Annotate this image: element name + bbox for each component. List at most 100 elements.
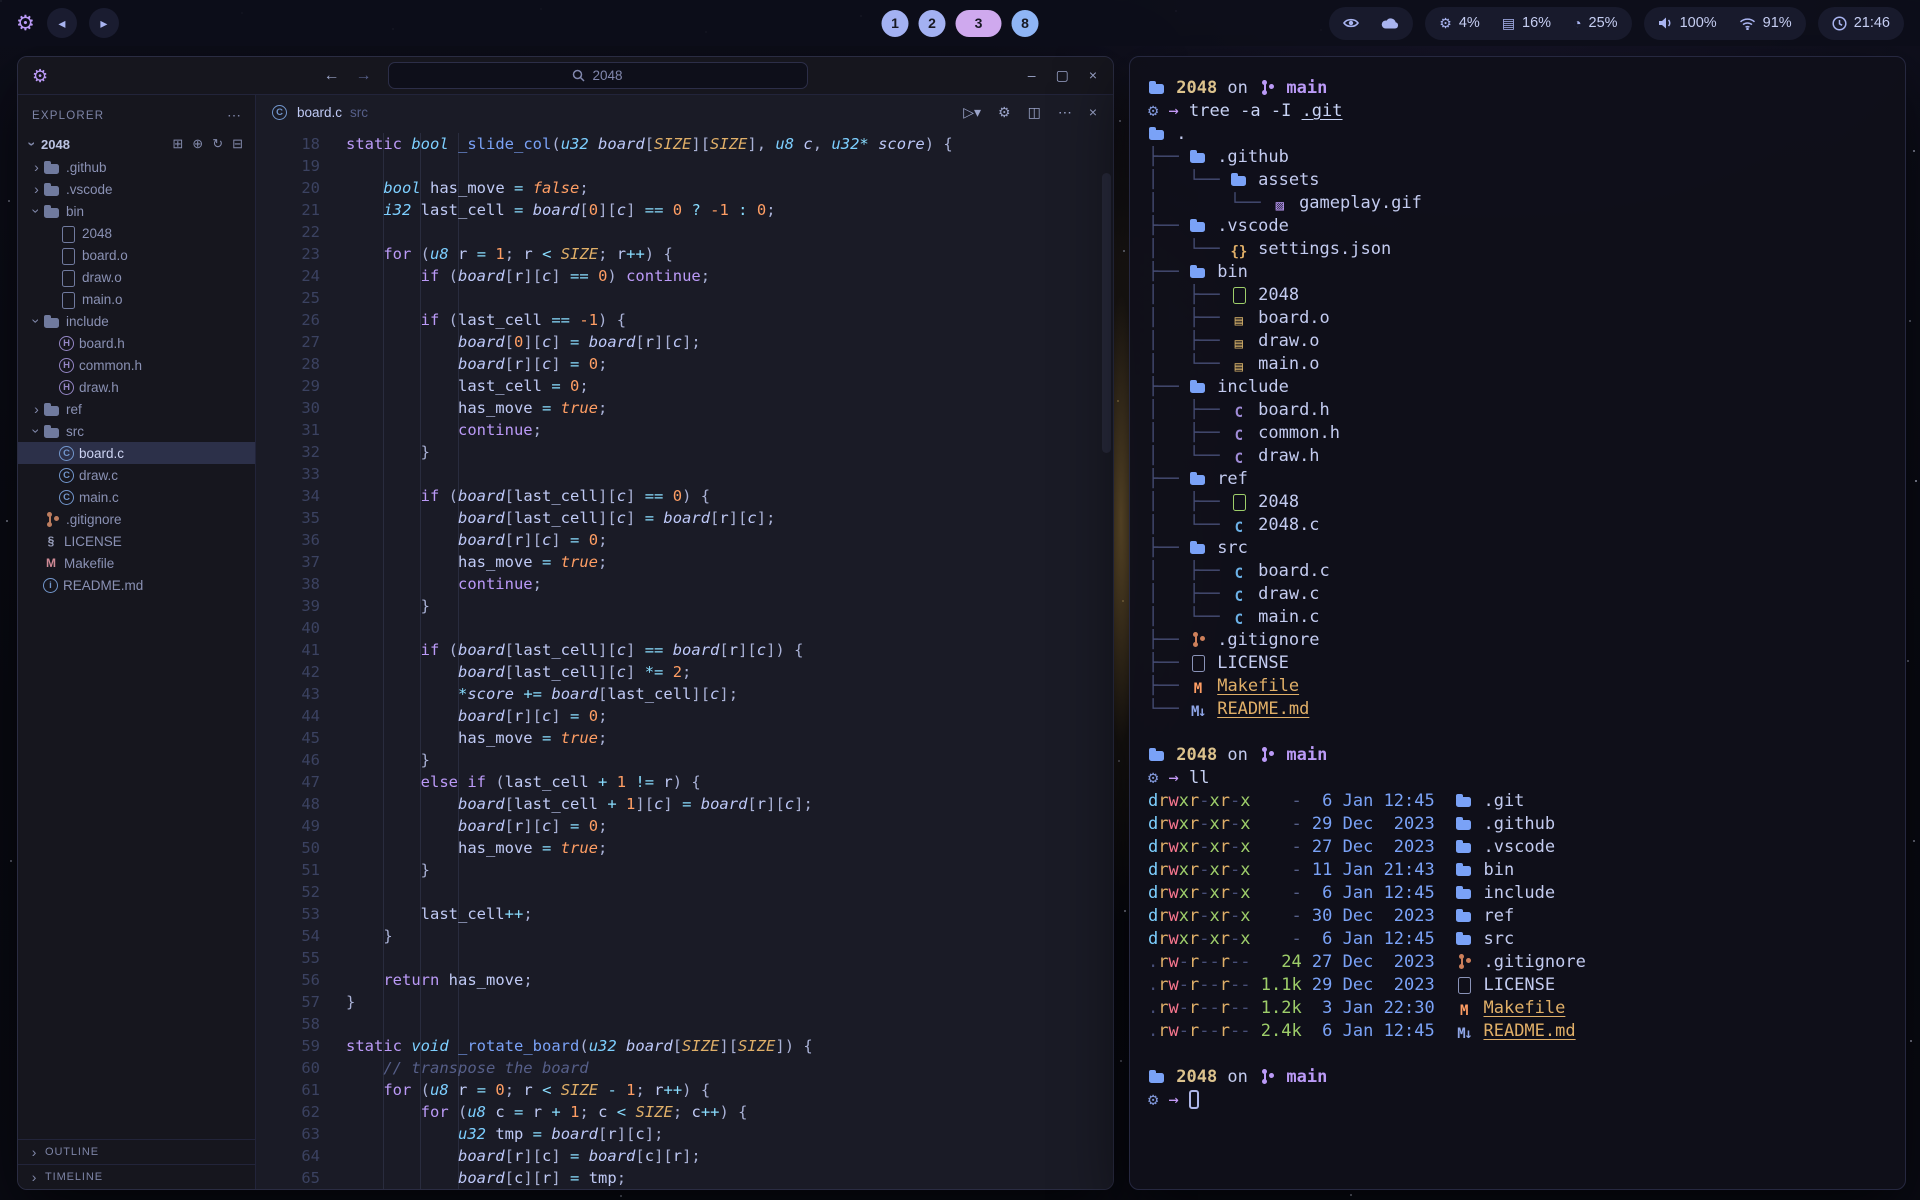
split-editor-button[interactable]: ◫ bbox=[1028, 104, 1041, 121]
code-line-28[interactable]: board[r][c] = 0; bbox=[346, 353, 1113, 375]
code-line-30[interactable]: has_move = true; bbox=[346, 397, 1113, 419]
code-line-44[interactable]: board[r][c] = 0; bbox=[346, 705, 1113, 727]
minimize-button[interactable]: – bbox=[1028, 67, 1036, 84]
line-number-28[interactable]: 28 bbox=[256, 353, 320, 375]
line-number-56[interactable]: 56 bbox=[256, 969, 320, 991]
code-line-34[interactable]: if (board[last_cell][c] == 0) { bbox=[346, 485, 1113, 507]
line-number-63[interactable]: 63 bbox=[256, 1123, 320, 1145]
line-number-25[interactable]: 25 bbox=[256, 287, 320, 309]
line-number-41[interactable]: 41 bbox=[256, 639, 320, 661]
line-number-31[interactable]: 31 bbox=[256, 419, 320, 441]
code-line-65[interactable]: board[c][r] = tmp; bbox=[346, 1167, 1113, 1189]
code-line-50[interactable]: has_move = true; bbox=[346, 837, 1113, 859]
code-line-33[interactable] bbox=[346, 463, 1113, 485]
line-number-29[interactable]: 29 bbox=[256, 375, 320, 397]
tree-item-.github[interactable]: ›.github bbox=[18, 156, 255, 178]
command-center-search[interactable]: 2048 bbox=[388, 62, 808, 89]
tree-item-main.c[interactable]: Cmain.c bbox=[18, 486, 255, 508]
line-number-26[interactable]: 26 bbox=[256, 309, 320, 331]
code-line-40[interactable] bbox=[346, 617, 1113, 639]
line-number-44[interactable]: 44 bbox=[256, 705, 320, 727]
line-number-65[interactable]: 65 bbox=[256, 1167, 320, 1189]
tree-item-draw.h[interactable]: Hdraw.h bbox=[18, 376, 255, 398]
media-next-button[interactable]: ▸ bbox=[89, 8, 119, 38]
code-line-32[interactable]: } bbox=[346, 441, 1113, 463]
code-line-37[interactable]: has_move = true; bbox=[346, 551, 1113, 573]
tree-item-ref[interactable]: ›ref bbox=[18, 398, 255, 420]
tree-item-common.h[interactable]: Hcommon.h bbox=[18, 354, 255, 376]
editor-tab[interactable]: C board.c src ▷▾⚙◫⋯× bbox=[256, 95, 1113, 129]
line-number-22[interactable]: 22 bbox=[256, 221, 320, 243]
tree-item-bin[interactable]: ›bin bbox=[18, 200, 255, 222]
tree-item-README.md[interactable]: iREADME.md bbox=[18, 574, 255, 596]
line-number-35[interactable]: 35 bbox=[256, 507, 320, 529]
line-number-58[interactable]: 58 bbox=[256, 1013, 320, 1035]
code-line-35[interactable]: board[last_cell][c] = board[r][c]; bbox=[346, 507, 1113, 529]
line-number-46[interactable]: 46 bbox=[256, 749, 320, 771]
code-line-61[interactable]: for (u8 r = 0; r < SIZE - 1; r++) { bbox=[346, 1079, 1113, 1101]
terminal-window[interactable]: 2048 on main⚙ → tree -a -I .git .├── .gi… bbox=[1129, 56, 1906, 1190]
code-line-38[interactable]: continue; bbox=[346, 573, 1113, 595]
code-line-62[interactable]: for (u8 c = r + 1; c < SIZE; c++) { bbox=[346, 1101, 1113, 1123]
audio-network-widget[interactable]: 100% 91% bbox=[1644, 7, 1806, 40]
tree-item-LICENSE[interactable]: §LICENSE bbox=[18, 530, 255, 552]
code-line-63[interactable]: u32 tmp = board[r][c]; bbox=[346, 1123, 1113, 1145]
code-line-47[interactable]: else if (last_cell + 1 != r) { bbox=[346, 771, 1113, 793]
line-number-39[interactable]: 39 bbox=[256, 595, 320, 617]
tray-widget[interactable] bbox=[1329, 7, 1413, 40]
code-line-46[interactable]: } bbox=[346, 749, 1113, 771]
code-line-21[interactable]: i32 last_cell = board[0][c] == 0 ? -1 : … bbox=[346, 199, 1113, 221]
code-line-56[interactable]: return has_move; bbox=[346, 969, 1113, 991]
code-line-36[interactable]: board[r][c] = 0; bbox=[346, 529, 1113, 551]
code-line-41[interactable]: if (board[last_cell][c] == board[r][c]) … bbox=[346, 639, 1113, 661]
code-line-48[interactable]: board[last_cell + 1][c] = board[r][c]; bbox=[346, 793, 1113, 815]
line-number-24[interactable]: 24 bbox=[256, 265, 320, 287]
line-number-64[interactable]: 64 bbox=[256, 1145, 320, 1167]
code-line-55[interactable] bbox=[346, 947, 1113, 969]
tree-item-board.o[interactable]: board.o bbox=[18, 244, 255, 266]
code-line-31[interactable]: continue; bbox=[346, 419, 1113, 441]
run-button[interactable]: ▷▾ bbox=[963, 104, 981, 121]
close-button[interactable]: × bbox=[1089, 67, 1097, 84]
line-number-54[interactable]: 54 bbox=[256, 925, 320, 947]
code-line-19[interactable] bbox=[346, 155, 1113, 177]
workspace-3[interactable]: 3 bbox=[956, 10, 1002, 37]
line-number-40[interactable]: 40 bbox=[256, 617, 320, 639]
tree-item-include[interactable]: ›include bbox=[18, 310, 255, 332]
code-line-23[interactable]: for (u8 r = 1; r < SIZE; r++) { bbox=[346, 243, 1113, 265]
new-file-button[interactable]: ⊞ bbox=[172, 136, 183, 152]
navigate-back-button[interactable]: ← bbox=[324, 67, 340, 85]
code-line-22[interactable] bbox=[346, 221, 1113, 243]
tree-item-.vscode[interactable]: ›.vscode bbox=[18, 178, 255, 200]
code-line-64[interactable]: board[r][c] = board[c][r]; bbox=[346, 1145, 1113, 1167]
tree-item-draw.c[interactable]: Cdraw.c bbox=[18, 464, 255, 486]
workspace-2[interactable]: 2 bbox=[919, 10, 946, 37]
tree-item-board.h[interactable]: Hboard.h bbox=[18, 332, 255, 354]
code-line-26[interactable]: if (last_cell == -1) { bbox=[346, 309, 1113, 331]
line-number-36[interactable]: 36 bbox=[256, 529, 320, 551]
line-number-20[interactable]: 20 bbox=[256, 177, 320, 199]
navigate-forward-button[interactable]: → bbox=[356, 67, 372, 85]
line-number-49[interactable]: 49 bbox=[256, 815, 320, 837]
maximize-button[interactable]: ▢ bbox=[1056, 67, 1069, 84]
new-folder-button[interactable]: ⊕ bbox=[192, 136, 203, 152]
system-stats-widget[interactable]: ⚙ 4% ▤ 16% ◔ 25% bbox=[1425, 7, 1631, 40]
settings-button[interactable]: ⚙ bbox=[998, 104, 1011, 121]
line-number-34[interactable]: 34 bbox=[256, 485, 320, 507]
close-editor-button[interactable]: × bbox=[1089, 104, 1097, 121]
line-number-47[interactable]: 47 bbox=[256, 771, 320, 793]
line-number-23[interactable]: 23 bbox=[256, 243, 320, 265]
tree-item-2048[interactable]: 2048 bbox=[18, 222, 255, 244]
line-number-50[interactable]: 50 bbox=[256, 837, 320, 859]
line-number-45[interactable]: 45 bbox=[256, 727, 320, 749]
line-number-21[interactable]: 21 bbox=[256, 199, 320, 221]
line-number-42[interactable]: 42 bbox=[256, 661, 320, 683]
line-number-59[interactable]: 59 bbox=[256, 1035, 320, 1057]
code-line-24[interactable]: if (board[r][c] == 0) continue; bbox=[346, 265, 1113, 287]
code-line-18[interactable]: static bool _slide_col(u32 board[SIZE][S… bbox=[346, 133, 1113, 155]
line-number-52[interactable]: 52 bbox=[256, 881, 320, 903]
code-line-45[interactable]: has_move = true; bbox=[346, 727, 1113, 749]
code-line-39[interactable]: } bbox=[346, 595, 1113, 617]
line-number-32[interactable]: 32 bbox=[256, 441, 320, 463]
code-line-53[interactable]: last_cell++; bbox=[346, 903, 1113, 925]
